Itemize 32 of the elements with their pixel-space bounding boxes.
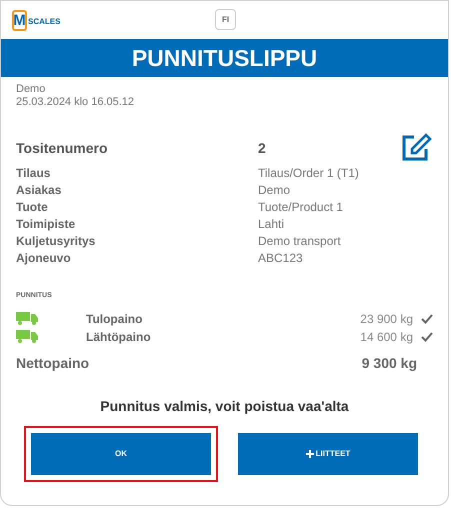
detail-label: Tilaus: [16, 165, 52, 182]
net-weight-value: 9 300 kg: [362, 354, 417, 372]
plus-icon: [306, 450, 314, 458]
detail-value: Lahti: [258, 216, 284, 233]
language-button[interactable]: FI: [215, 9, 236, 30]
detail-label: Kuljetusyritys: [16, 233, 96, 250]
detail-label: Toimipiste: [16, 216, 76, 233]
weight-value: 23 900 kg: [360, 310, 413, 328]
detail-value: ABC123: [258, 250, 303, 267]
ok-button[interactable]: OK: [31, 432, 211, 474]
weight-value: 14 600 kg: [360, 328, 413, 346]
weight-label: Lähtöpaino: [86, 328, 152, 346]
date-time: 25.03.2024 klo 16.05.12: [16, 96, 136, 109]
net-weight-label: Nettopaino: [16, 354, 90, 372]
detail-label: Asiakas: [16, 182, 62, 199]
receipt-label: Tositenumero: [16, 138, 109, 158]
detail-label: Ajoneuvo: [16, 250, 72, 267]
title-bar: PUNNITUSLIPPU: [1, 39, 448, 77]
detail-value: Demo: [258, 182, 290, 199]
logo: M SCALES: [12, 10, 60, 30]
customer-name: Demo: [16, 83, 46, 96]
edit-icon[interactable]: [400, 133, 432, 163]
detail-label: Tuote: [16, 199, 49, 216]
detail-value: Demo transport: [258, 233, 341, 250]
truck-icon: [16, 312, 38, 325]
weight-label: Tulopaino: [86, 310, 144, 328]
status-message: Punnitus valmis, voit poistua vaa'alta: [99, 396, 350, 416]
truck-icon: [16, 330, 38, 343]
receipt-number: 2: [258, 138, 267, 158]
attachments-button[interactable]: LIITTEET: [238, 432, 418, 474]
detail-value: Tilaus/Order 1 (T1): [258, 165, 359, 182]
detail-value: Tuote/Product 1: [258, 199, 343, 216]
